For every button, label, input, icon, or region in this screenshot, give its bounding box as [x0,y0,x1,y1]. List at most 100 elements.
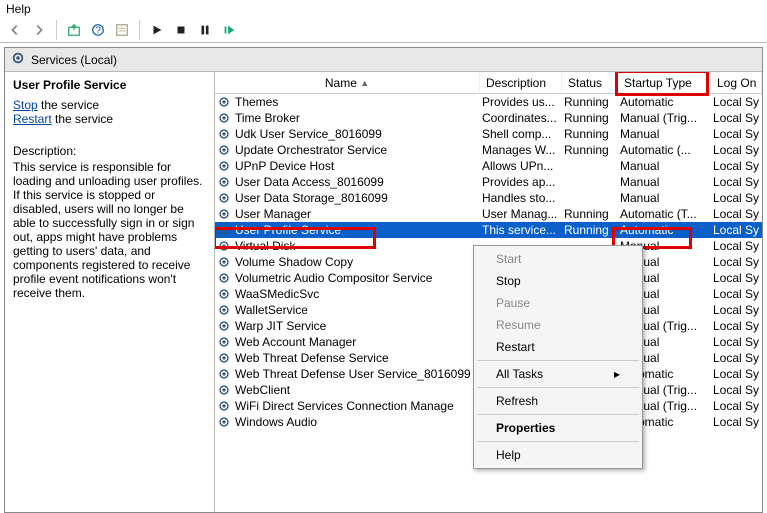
service-logon: Local Sy [711,207,762,221]
menu-help[interactable]: Help [6,2,31,16]
restart-link[interactable]: Restart [13,112,52,126]
service-name: Themes [235,95,278,109]
service-icon [217,175,231,189]
table-row[interactable]: User Data Storage_8016099Handles sto...M… [215,190,762,206]
service-name: User Data Access_8016099 [235,175,384,189]
context-menu: Start Stop Pause Resume Restart All Task… [473,245,643,469]
service-status: Running [562,223,618,237]
ctx-all-tasks[interactable]: All Tasks▸ [476,363,640,385]
service-name: User Manager [235,207,311,221]
services-icon [11,51,25,68]
table-row[interactable]: User Profile ServiceThis service...Runni… [215,222,762,238]
service-startup: Manual [618,127,711,141]
service-icon [217,159,231,173]
service-name: Time Broker [235,111,300,125]
ctx-help[interactable]: Help [476,444,640,466]
service-logon: Local Sy [711,415,762,429]
service-logon: Local Sy [711,255,762,269]
service-name: WalletService [235,303,308,317]
properties-icon[interactable] [113,21,131,39]
service-desc: Coordinates... [480,111,562,125]
service-name: Web Threat Defense User Service_8016099 [235,367,471,381]
ctx-stop[interactable]: Stop [476,270,640,292]
service-desc: User Manag... [480,207,562,221]
service-icon [217,415,231,429]
service-logon: Local Sy [711,159,762,173]
table-row[interactable]: ThemesProvides us...RunningAutomaticLoca… [215,94,762,110]
description-text: This service is responsible for loading … [13,160,206,300]
col-logon[interactable]: Log On [711,72,762,93]
service-icon [217,95,231,109]
service-name: Update Orchestrator Service [235,143,387,157]
service-icon [217,191,231,205]
stop-service-line: Stop the service [13,98,206,112]
help-icon[interactable]: ? [89,21,107,39]
service-icon [217,127,231,141]
service-icon [217,223,231,237]
service-logon: Local Sy [711,399,762,413]
restart-icon[interactable] [220,21,238,39]
service-name: Volumetric Audio Compositor Service [235,271,432,285]
service-icon [217,287,231,301]
service-logon: Local Sy [711,223,762,237]
service-icon [217,335,231,349]
service-logon: Local Sy [711,191,762,205]
service-icon [217,399,231,413]
table-row[interactable]: Update Orchestrator ServiceManages W...R… [215,142,762,158]
ctx-refresh[interactable]: Refresh [476,390,640,412]
service-name: Volume Shadow Copy [235,255,353,269]
back-icon[interactable] [6,21,24,39]
services-pane: Services (Local) User Profile Service St… [4,47,763,513]
service-startup: Manual [618,175,711,189]
service-status: Running [562,95,618,109]
service-startup: Automatic [618,223,711,237]
details-panel: User Profile Service Stop the service Re… [5,72,215,512]
service-name: Web Threat Defense Service [235,351,389,365]
ctx-properties[interactable]: Properties [476,417,640,439]
forward-icon[interactable] [30,21,48,39]
col-status[interactable]: Status [562,72,618,93]
stop-link[interactable]: Stop [13,98,38,112]
service-desc: This service... [480,223,562,237]
service-logon: Local Sy [711,383,762,397]
service-desc: Allows UPn... [480,159,562,173]
service-logon: Local Sy [711,271,762,285]
pause-icon[interactable] [196,21,214,39]
start-icon[interactable] [148,21,166,39]
service-desc: Handles sto... [480,191,562,205]
service-startup: Automatic (... [618,143,711,157]
restart-service-line: Restart the service [13,112,206,126]
col-startup-type[interactable]: Startup Type [618,72,711,93]
service-logon: Local Sy [711,335,762,349]
svg-text:?: ? [95,25,101,37]
service-name: WiFi Direct Services Connection Manage [235,399,454,413]
service-icon [217,111,231,125]
service-startup: Automatic (T... [618,207,711,221]
stop-icon[interactable] [172,21,190,39]
ctx-separator [477,387,639,388]
service-logon: Local Sy [711,367,762,381]
table-row[interactable]: User ManagerUser Manag...RunningAutomati… [215,206,762,222]
service-logon: Local Sy [711,175,762,189]
table-row[interactable]: UPnP Device HostAllows UPn...ManualLocal… [215,158,762,174]
service-desc: Provides ap... [480,175,562,189]
col-description[interactable]: Description [480,72,562,93]
pane-header: Services (Local) [5,48,762,72]
service-startup: Automatic [618,95,711,109]
service-logon: Local Sy [711,239,762,253]
ctx-start: Start [476,248,640,270]
ctx-restart[interactable]: Restart [476,336,640,358]
service-name: WebClient [235,383,290,397]
service-icon [217,367,231,381]
services-grid: Name ▲ Description Status Startup Type L… [215,72,762,512]
service-icon [217,255,231,269]
table-row[interactable]: User Data Access_8016099 Provides ap... Ma… [215,174,762,190]
service-status: Running [562,143,618,157]
service-icon [217,239,231,253]
toolbar: ? [0,18,767,43]
service-status: Running [562,111,618,125]
col-name[interactable]: Name ▲ [215,72,480,93]
table-row[interactable]: Time BrokerCoordinates...RunningManual (… [215,110,762,126]
table-row[interactable]: Udk User Service_8016099Shell comp...Run… [215,126,762,142]
export-icon[interactable] [65,21,83,39]
